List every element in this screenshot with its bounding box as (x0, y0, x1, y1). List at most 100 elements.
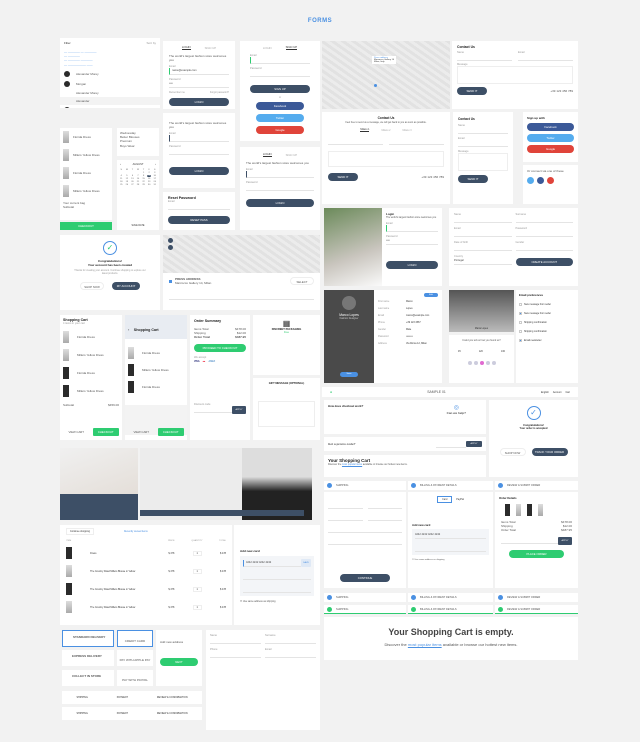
field-value[interactable]: Male (406, 328, 411, 331)
track-order-button[interactable]: TRACK YOUR ORDER (531, 448, 568, 456)
message-input[interactable] (328, 151, 444, 168)
apply-button[interactable]: APPLY (232, 405, 246, 414)
popular-items-link[interactable]: most popular items (342, 463, 362, 466)
delivery-option-express[interactable]: EXPRESS DELIVERY (62, 650, 114, 666)
email-input[interactable] (168, 203, 230, 210)
back-icon[interactable]: ‹ (128, 327, 129, 332)
step-billing[interactable]: BILLING & PAYMENT DETAILS (408, 593, 493, 602)
calendar-day[interactable]: 15 (141, 178, 146, 180)
calendar-day[interactable]: 14 (136, 178, 141, 180)
cart-item[interactable]: Florida Dress (142, 385, 160, 389)
list-item[interactable]: Alexander Morey (76, 91, 99, 95)
delivery-option-collect[interactable]: COLLECT IN STORE (62, 670, 114, 686)
cart-item[interactable]: Millers Yellow Dress (73, 153, 100, 157)
checkbox[interactable] (519, 339, 522, 342)
contact-map[interactable]: Press address Marzocco Gallery 14 Milan,… (322, 41, 450, 109)
list-item[interactable]: Alexander (76, 99, 90, 103)
field-value[interactable]: +39 123 4567 (406, 321, 421, 324)
step-shipping[interactable]: SHIPPING (324, 593, 406, 602)
facebook-button[interactable]: Facebook (527, 123, 574, 131)
message-input[interactable] (457, 66, 573, 84)
checkbox[interactable] (519, 312, 522, 315)
tab-milano-2[interactable]: Milano 2 (381, 129, 390, 132)
pref-item[interactable]: Email newsletter (519, 339, 575, 342)
cart-item[interactable]: Florida Dress (77, 371, 95, 375)
send-button[interactable]: SEND IT (458, 175, 488, 183)
surname-input[interactable] (515, 216, 573, 223)
field-value[interactable]: Via Roma 12, Milan (406, 342, 427, 345)
tab-card[interactable]: Card (437, 496, 453, 503)
email-input[interactable] (169, 135, 229, 143)
field-value[interactable]: Marco (406, 300, 413, 303)
password-input[interactable]: •••• (169, 81, 229, 89)
proceed-button[interactable]: PROCEED TO CHECKOUT (194, 343, 246, 352)
product-name[interactable]: Dress (90, 552, 150, 555)
email-input[interactable] (454, 230, 512, 237)
cart-link[interactable]: Cart (565, 391, 570, 394)
place-order-button[interactable]: PLACE ORDER (509, 549, 564, 558)
calendar-day[interactable]: 6 (130, 175, 135, 177)
last-name-input[interactable] (367, 502, 402, 509)
email-input[interactable] (367, 514, 402, 521)
checkbox[interactable] (519, 303, 522, 306)
save-profile-button[interactable]: Save (340, 372, 358, 377)
send-button[interactable]: SEND IT (328, 173, 358, 182)
calendar-day[interactable]: 13 (130, 178, 135, 180)
rating-dot[interactable] (467, 361, 472, 366)
calendar-day[interactable]: 9 (146, 175, 152, 177)
calendar-day[interactable]: 2 (147, 172, 152, 174)
card-number-input[interactable]: 4242 4242 4242 4242 (243, 559, 301, 567)
tab-continue[interactable]: Continue shopping (66, 528, 94, 535)
calendar-day[interactable]: 24 (152, 181, 157, 183)
checkbox[interactable] (519, 321, 522, 324)
google-button[interactable]: Google (256, 126, 304, 134)
payment-method-paypal[interactable]: PAY WITH PAYPAL (117, 670, 153, 686)
sort-dropdown[interactable]: Sort by (146, 41, 156, 45)
cart-item[interactable]: Millers Yellow Dress (142, 368, 169, 372)
shop-now-button[interactable]: SHOP NOW (80, 281, 104, 290)
calendar-day[interactable]: 1 (141, 172, 146, 174)
tab-milano-3[interactable]: Milano 3 (403, 129, 412, 132)
card-number-input[interactable]: 4242 4242 4242 4242 (415, 532, 486, 539)
product-name[interactable]: The Country Road Millers Blouse in Yello… (90, 606, 150, 609)
product-name[interactable]: The Country Road Millers Blouse in Yello… (90, 588, 150, 591)
calendar-day[interactable]: 8 (141, 175, 146, 177)
calendar-day[interactable]: 31 (152, 184, 157, 186)
pref-item[interactable]: New message from seller (519, 303, 575, 306)
twitter-button[interactable]: Twitter (527, 134, 574, 142)
first-name-input[interactable] (210, 637, 261, 644)
calendar-day[interactable]: 19 (125, 181, 130, 183)
step-review[interactable]: REVIEW & SUBMIT ORDER (495, 481, 578, 490)
step-review-done[interactable]: REVIEW & SUBMIT ORDER (495, 605, 578, 614)
field-value[interactable]: Lopes (406, 307, 413, 310)
gift-message-input[interactable] (258, 401, 315, 427)
payment-method-applepay[interactable]: PAY WITH APPLE PAY (117, 650, 153, 666)
calendar-day[interactable]: 30 (147, 184, 152, 186)
login-button[interactable]: LOGIN (169, 167, 229, 176)
popular-items-link[interactable]: most popular items (408, 642, 442, 647)
calendar-day[interactable]: 4 (119, 175, 124, 177)
name-input[interactable] (457, 54, 512, 61)
country-select[interactable]: Portugal (454, 258, 512, 265)
cart-item[interactable]: Florida Dress (73, 171, 91, 175)
tab-signup[interactable]: SIGN UP (286, 153, 298, 157)
pref-item[interactable]: New message from seller (519, 312, 575, 315)
forgot-link[interactable]: Forgot password? (210, 91, 229, 94)
promo-input[interactable] (501, 537, 558, 545)
phone-input[interactable] (210, 651, 261, 658)
shop-now-button[interactable]: SHOP NOW (499, 448, 526, 456)
calendar-day[interactable]: 10 (152, 175, 157, 177)
tab-paypal[interactable]: PayPal (456, 498, 464, 501)
expiry-input[interactable] (243, 573, 311, 580)
tab-signup[interactable]: SIGN UP (285, 45, 298, 50)
tab-login[interactable]: LOGIN (262, 152, 272, 157)
quantity-stepper[interactable]: 1 (192, 586, 202, 592)
pref-item[interactable]: Shipping confirmation (519, 321, 575, 324)
checkout-button[interactable]: CHECKOUT (92, 428, 119, 436)
select-button[interactable]: SELECT (290, 277, 314, 286)
my-account-button[interactable]: MY ACCOUNT (112, 281, 140, 290)
tab-milano-1[interactable]: Milano 1 (360, 128, 370, 133)
map-marker-icon[interactable] (374, 84, 377, 87)
edit-profile-button[interactable]: Edit (424, 293, 438, 297)
filter-label[interactable]: Filter (64, 41, 71, 45)
